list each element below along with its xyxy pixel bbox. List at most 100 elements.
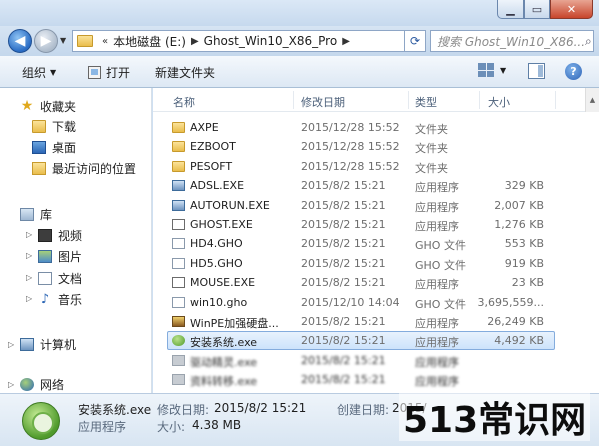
- file-name: GHOST.EXE: [190, 218, 253, 231]
- close-button[interactable]: ✕: [550, 0, 593, 19]
- nav-music-label: 音乐: [58, 292, 83, 307]
- scroll-up-button[interactable]: ▲: [585, 88, 599, 112]
- organize-button[interactable]: 组织 ▼: [22, 64, 56, 81]
- file-name: 驱动精灵.exe: [190, 355, 258, 369]
- open-button[interactable]: 打开: [88, 64, 130, 81]
- search-input[interactable]: 搜索 Ghost_Win10_X86... ⌕: [430, 30, 594, 52]
- recent-pages-dropdown[interactable]: ▼: [60, 36, 66, 45]
- file-type: 应用程序: [415, 317, 459, 330]
- file-name: win10.gho: [190, 295, 248, 309]
- nav-computer[interactable]: 计算机: [20, 335, 76, 353]
- setup-icon: [22, 402, 60, 440]
- setup-icon: [172, 335, 185, 347]
- preview-pane-button[interactable]: [528, 63, 545, 79]
- column-header-name[interactable]: 名称: [173, 94, 195, 110]
- file-row[interactable]: HD5.GHO 2015/8/2 15:21 GHO 文件 919 KB: [167, 254, 555, 273]
- file-row[interactable]: MOUSE.EXE 2015/8/2 15:21 应用程序 23 KB: [167, 273, 555, 292]
- column-header-size[interactable]: 大小: [488, 94, 510, 110]
- view-grid-icon: [478, 63, 494, 77]
- breadcrumb-drive[interactable]: 本地磁盘 (E:): [113, 33, 186, 50]
- arrow-left-icon: ◀: [14, 33, 26, 49]
- nav-libraries[interactable]: 库: [20, 205, 52, 223]
- chevron-right-icon[interactable]: ▶: [342, 36, 350, 47]
- file-list: 名称 修改日期 类型 大小 ▲ AXPE 2015/12/28 15:52 文件夹 E…: [153, 88, 599, 393]
- breadcrumb-folder[interactable]: Ghost_Win10_X86_Pro: [204, 34, 338, 48]
- file-modified: 2015/8/2 15:21: [301, 237, 386, 251]
- expand-arrow-icon[interactable]: ▷: [26, 230, 32, 239]
- refresh-button[interactable]: ⟳: [404, 30, 426, 52]
- title-bar: ▁ ▭ ✕: [0, 0, 599, 26]
- close-icon: ✕: [566, 2, 577, 16]
- file-row[interactable]: HD4.GHO 2015/8/2 15:21 GHO 文件 553 KB: [167, 234, 555, 253]
- file-type: GHO 文件: [415, 297, 466, 311]
- file-row[interactable]: PESOFT 2015/12/28 15:52 文件夹: [167, 157, 555, 176]
- expand-arrow-icon[interactable]: ▷: [8, 340, 14, 349]
- file-name: MOUSE.EXE: [190, 276, 256, 290]
- change-view-button[interactable]: ▼: [478, 63, 506, 77]
- exe-icon: [172, 199, 185, 211]
- file-modified: 2015/8/2 15:21: [301, 218, 386, 231]
- navigation-bar: ◀ ▶ ▼ « 本地磁盘 (E:) ▶ Ghost_Win10_X86_Pro …: [0, 26, 599, 56]
- file-row[interactable]: ADSL.EXE 2015/8/2 15:21 应用程序 329 KB: [167, 176, 555, 195]
- file-row[interactable]: AUTORUN.EXE 2015/8/2 15:21 应用程序 2,007 KB: [167, 196, 555, 215]
- nav-downloads[interactable]: 下载: [32, 117, 76, 135]
- file-row-selected[interactable]: 安装系统.exe 2015/8/2 15:21 应用程序 4,492 KB: [167, 331, 555, 351]
- address-bar[interactable]: « 本地磁盘 (E:) ▶ Ghost_Win10_X86_Pro ▶ ▼: [72, 30, 420, 52]
- maximize-button[interactable]: ▭: [524, 0, 550, 19]
- file-row[interactable]: GHOST.EXE 2015/8/2 15:21 应用程序 1,276 KB: [167, 215, 555, 234]
- nav-libraries-label: 库: [40, 207, 53, 222]
- gho-file-icon: [172, 296, 185, 308]
- exe-icon: [172, 180, 185, 192]
- expand-arrow-icon[interactable]: ▷: [26, 294, 32, 303]
- file-row[interactable]: EZBOOT 2015/12/28 15:52 文件夹: [167, 137, 555, 156]
- minimize-icon: ▁: [506, 2, 515, 16]
- nav-desktop[interactable]: 桌面: [32, 138, 76, 156]
- minimize-button[interactable]: ▁: [497, 0, 524, 19]
- nav-downloads-label: 下载: [52, 119, 77, 134]
- nav-recent-places[interactable]: 最近访问的位置: [32, 159, 136, 177]
- expand-arrow-icon[interactable]: ▷: [26, 273, 32, 282]
- download-folder-icon: [32, 119, 46, 133]
- new-folder-button[interactable]: 新建文件夹: [155, 64, 215, 81]
- chevron-right-icon[interactable]: ▶: [191, 36, 199, 47]
- file-name: HD4.GHO: [190, 237, 243, 251]
- organize-label: 组织: [22, 66, 47, 80]
- column-header-type[interactable]: 类型: [415, 94, 437, 110]
- file-name: WinPE加强硬盘...: [190, 317, 279, 330]
- nav-music[interactable]: ♪ 音乐: [38, 290, 82, 308]
- file-row[interactable]: 资料转移.exe 2015/8/2 15:21 应用程序: [167, 370, 555, 389]
- nav-favorites[interactable]: ★ 收藏夹: [20, 97, 76, 115]
- column-divider[interactable]: [479, 91, 480, 109]
- nav-pictures[interactable]: 图片: [38, 247, 82, 265]
- file-modified: 2015/12/28 15:52: [301, 140, 400, 154]
- search-icon[interactable]: ⌕: [585, 34, 592, 49]
- arrow-right-icon: ▶: [40, 33, 52, 49]
- file-name: 资料转移.exe: [190, 375, 258, 389]
- nav-network[interactable]: 网络: [20, 375, 64, 393]
- detail-modified-label: 修改日期:: [157, 403, 210, 417]
- column-divider[interactable]: [555, 91, 556, 109]
- breadcrumb-overflow[interactable]: «: [102, 36, 108, 47]
- column-divider[interactable]: [408, 91, 409, 109]
- expand-arrow-icon[interactable]: ▷: [8, 380, 14, 389]
- column-divider[interactable]: [293, 91, 294, 109]
- file-row[interactable]: win10.gho 2015/12/10 14:04 GHO 文件 3,695,559…: [167, 293, 555, 312]
- file-name: AXPE: [190, 121, 219, 134]
- folder-icon: [172, 141, 185, 153]
- refresh-icon: ⟳: [409, 34, 421, 48]
- nav-desktop-label: 桌面: [52, 140, 77, 155]
- back-button[interactable]: ◀: [8, 29, 32, 53]
- navigation-pane: ★ 收藏夹 下载 桌面 最近访问的位置 库 ▷ 视频 ▷ 图片 ▷ 文档 ▷ ♪…: [0, 88, 152, 393]
- file-type: 应用程序: [415, 336, 459, 350]
- file-row[interactable]: AXPE 2015/12/28 15:52 文件夹: [167, 118, 555, 137]
- forward-button[interactable]: ▶: [34, 29, 58, 53]
- file-row[interactable]: WinPE加强硬盘... 2015/8/2 15:21 应用程序 26,249 KB: [167, 312, 555, 331]
- column-header-modified[interactable]: 修改日期: [301, 94, 345, 110]
- dropdown-arrow-icon[interactable]: ▼: [500, 66, 506, 75]
- help-button[interactable]: ?: [565, 63, 582, 80]
- column-headers: 名称 修改日期 类型 大小 ▲: [153, 88, 599, 112]
- expand-arrow-icon[interactable]: ▷: [26, 251, 32, 260]
- file-row[interactable]: 驱动精灵.exe 2015/8/2 15:21 应用程序: [167, 351, 555, 370]
- nav-documents[interactable]: 文档: [38, 269, 82, 287]
- nav-videos[interactable]: 视频: [38, 226, 82, 244]
